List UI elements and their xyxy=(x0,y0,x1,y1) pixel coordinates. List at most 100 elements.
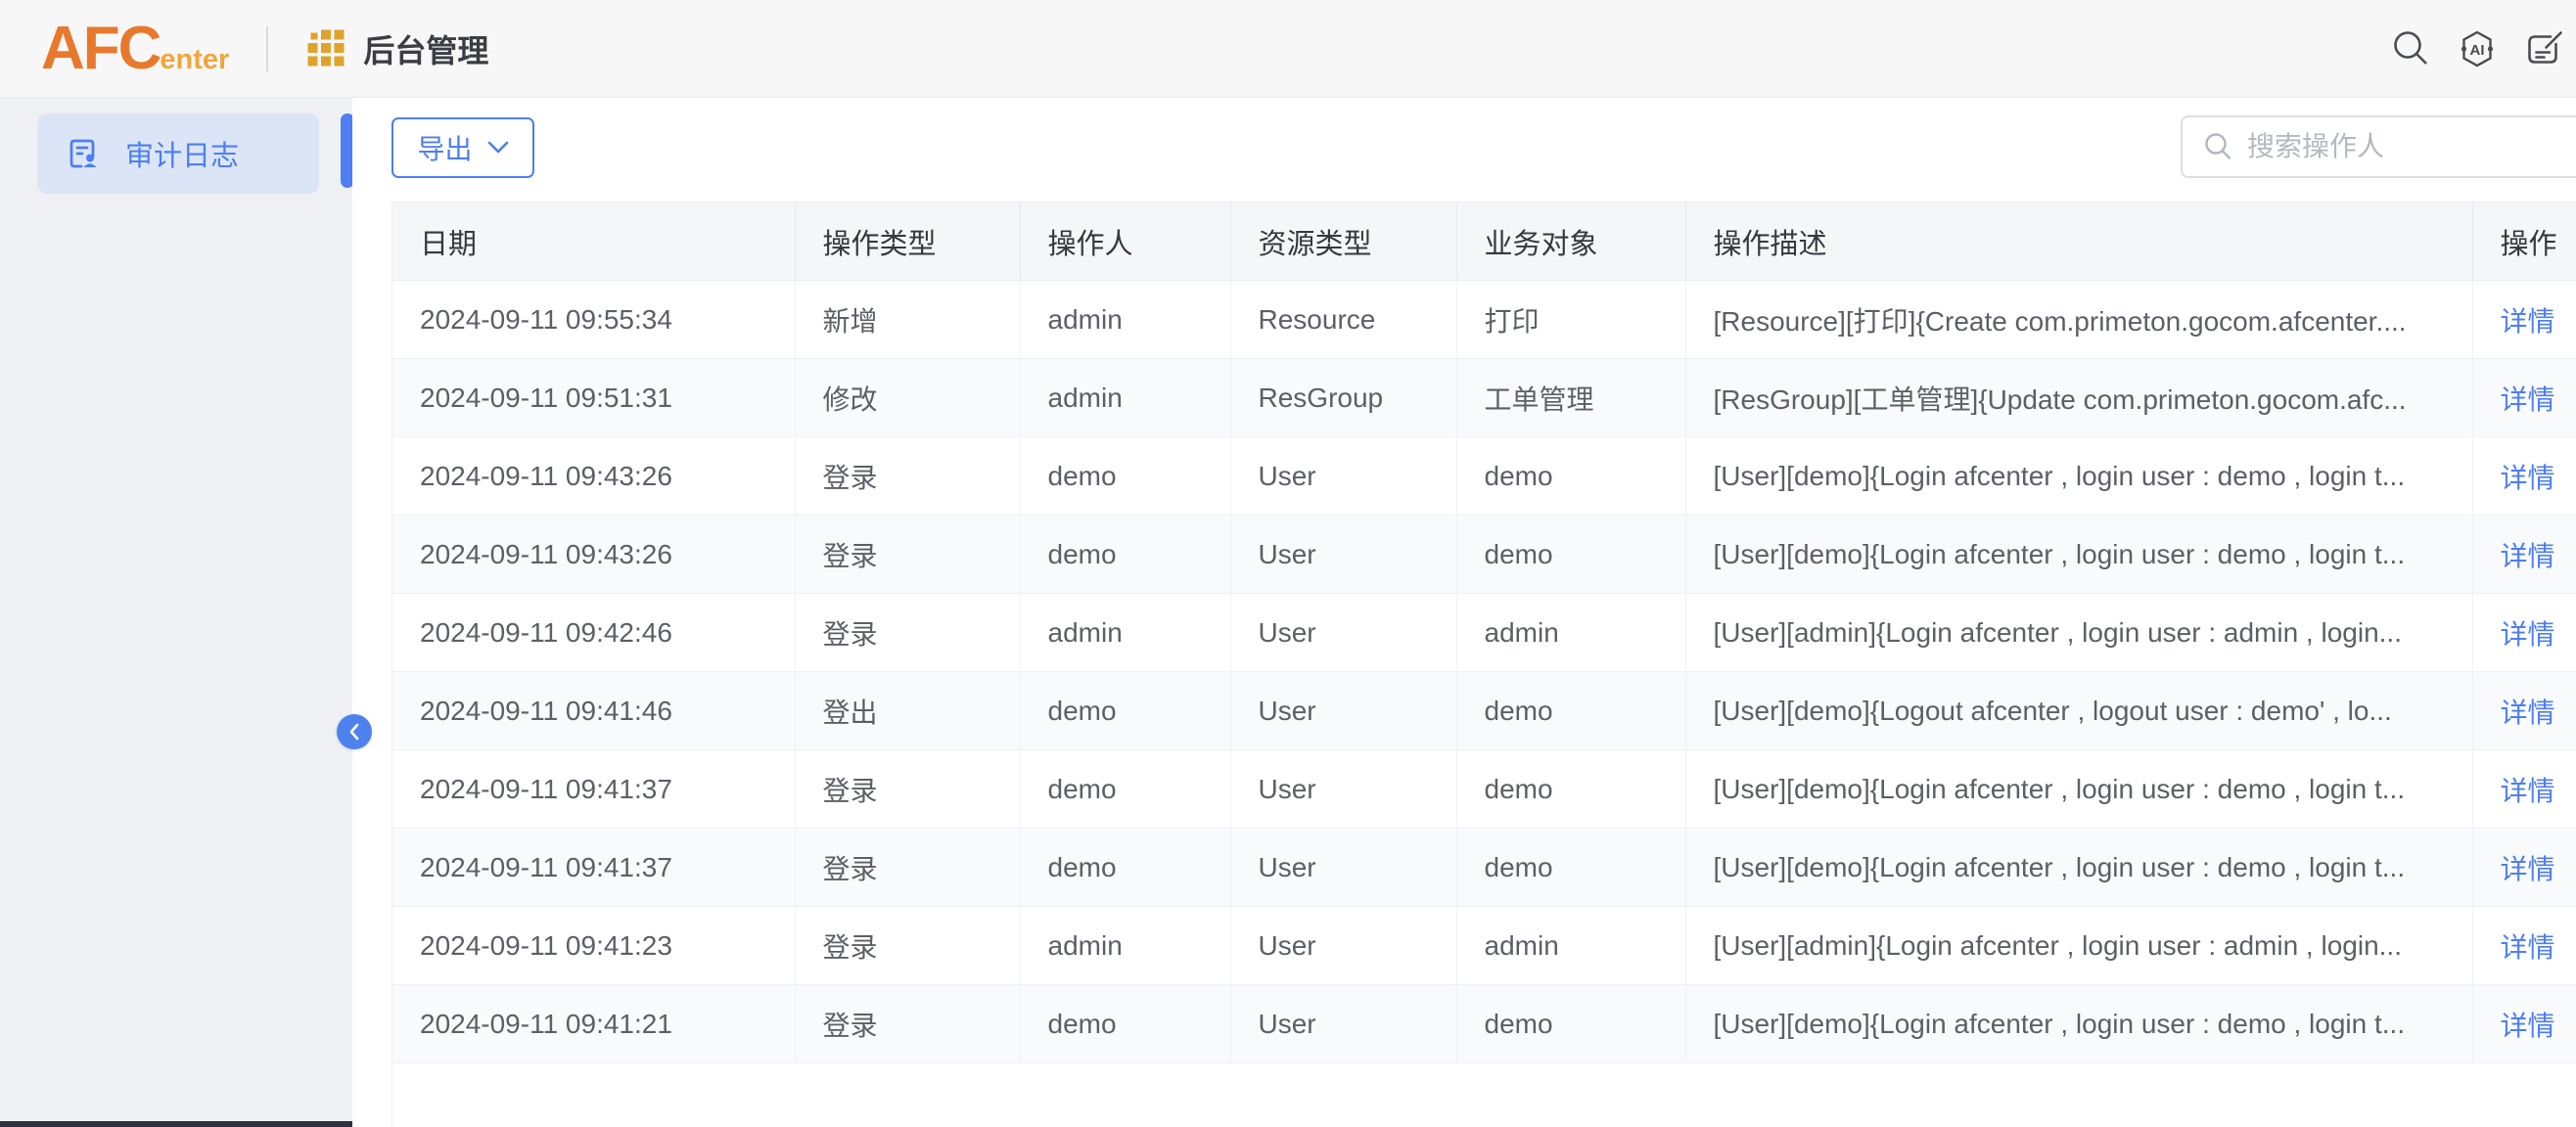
table-row: 2024-09-11 09:41:37登录demoUserdemo[User][… xyxy=(392,829,2576,907)
audit-log-icon xyxy=(67,137,100,170)
cell-type: 登录 xyxy=(795,594,1020,672)
cell-action: 详情 xyxy=(2472,672,2576,750)
chevron-left-icon xyxy=(346,722,362,742)
logo-text-main: AFC xyxy=(41,19,160,79)
detail-link[interactable]: 详情 xyxy=(2501,932,2555,963)
cell-resource_type: ResGroup xyxy=(1230,359,1456,437)
cell-type: 登录 xyxy=(795,516,1020,594)
export-button[interactable]: 导出 xyxy=(391,117,534,178)
table-row: 2024-09-11 09:55:34新增adminResource打印[Res… xyxy=(392,281,2576,359)
cell-type: 登录 xyxy=(795,829,1020,907)
detail-link[interactable]: 详情 xyxy=(2501,1011,2555,1041)
cell-business_object: 工单管理 xyxy=(1456,359,1685,437)
cell-type: 修改 xyxy=(795,359,1020,437)
backend-admin-page: AFC enter 后台管理 xyxy=(0,0,2576,1127)
cell-type: 登录 xyxy=(795,437,1020,516)
operator-search-box xyxy=(2181,115,2576,178)
detail-link[interactable]: 详情 xyxy=(2501,306,2555,337)
page-title: 后台管理 xyxy=(363,26,488,71)
cell-description: [User][demo]{Login afcenter , login user… xyxy=(1685,516,2472,594)
compose-icon[interactable] xyxy=(2521,26,2566,71)
cell-resource_type: User xyxy=(1230,907,1456,985)
cell-type: 登录 xyxy=(795,750,1020,829)
cell-type: 新增 xyxy=(795,281,1020,359)
cell-operator: admin xyxy=(1020,359,1230,437)
detail-link[interactable]: 详情 xyxy=(2501,384,2555,415)
detail-link[interactable]: 详情 xyxy=(2501,776,2555,806)
cell-date: 2024-09-11 09:41:37 xyxy=(392,829,795,907)
sidebar-collapse-button[interactable] xyxy=(337,714,372,749)
cell-date: 2024-09-11 09:43:26 xyxy=(392,516,795,594)
export-button-label: 导出 xyxy=(417,128,472,167)
column-header-resource_type: 资源类型 xyxy=(1230,203,1456,281)
search-icon[interactable] xyxy=(2388,26,2433,71)
column-header-date: 日期 xyxy=(392,203,795,281)
cell-date: 2024-09-11 09:51:31 xyxy=(392,359,795,437)
cell-action: 详情 xyxy=(2472,829,2576,907)
topbar-divider xyxy=(266,26,268,71)
cell-description: [User][demo]{Logout afcenter , logout us… xyxy=(1685,672,2472,750)
cell-business_object: demo xyxy=(1456,516,1685,594)
audit-log-table-container: 日期操作类型操作人资源类型业务对象操作描述操作 2024-09-11 09:55… xyxy=(391,202,2576,1127)
sidebar-bottom-bar xyxy=(0,1121,352,1127)
afcenter-logo[interactable]: AFC enter xyxy=(41,19,229,79)
cell-action: 详情 xyxy=(2472,594,2576,672)
cell-action: 详情 xyxy=(2472,281,2576,359)
sidebar-item-label: 审计日志 xyxy=(125,133,239,174)
cell-description: [User][demo]{Login afcenter , login user… xyxy=(1685,829,2472,907)
table-row: 2024-09-11 09:42:46登录adminUseradmin[User… xyxy=(392,594,2576,672)
search-input-icon xyxy=(2202,131,2233,162)
detail-link[interactable]: 详情 xyxy=(2501,541,2555,571)
column-header-action: 操作 xyxy=(2472,203,2576,281)
sidebar: 审计日志 xyxy=(0,98,352,1127)
cell-business_object: admin xyxy=(1456,907,1685,985)
cell-resource_type: User xyxy=(1230,516,1456,594)
cell-description: [User][admin]{Login afcenter , login use… xyxy=(1685,594,2472,672)
cell-business_object: demo xyxy=(1456,437,1685,516)
column-header-business_object: 业务对象 xyxy=(1456,203,1685,281)
app-grid-icon xyxy=(307,29,346,68)
cell-resource_type: User xyxy=(1230,985,1456,1063)
sidebar-item-audit-log[interactable]: 审计日志 xyxy=(37,113,319,194)
cell-action: 详情 xyxy=(2472,516,2576,594)
chevron-down-icon xyxy=(487,141,509,155)
topbar-icons: AI xyxy=(2388,26,2576,71)
top-bar: AFC enter 后台管理 xyxy=(0,0,2576,98)
detail-link[interactable]: 详情 xyxy=(2501,854,2555,884)
cell-date: 2024-09-11 09:41:23 xyxy=(392,907,795,985)
table-row: 2024-09-11 09:41:37登录demoUserdemo[User][… xyxy=(392,750,2576,829)
cell-type: 登出 xyxy=(795,672,1020,750)
cell-operator: demo xyxy=(1020,437,1230,516)
cell-operator: demo xyxy=(1020,672,1230,750)
cell-operator: admin xyxy=(1020,907,1230,985)
cell-resource_type: User xyxy=(1230,829,1456,907)
cell-date: 2024-09-11 09:41:21 xyxy=(392,985,795,1063)
cell-type: 登录 xyxy=(795,907,1020,985)
logo-text-suffix: enter xyxy=(160,44,229,76)
cell-operator: admin xyxy=(1020,594,1230,672)
cell-operator: demo xyxy=(1020,985,1230,1063)
audit-log-table: 日期操作类型操作人资源类型业务对象操作描述操作 2024-09-11 09:55… xyxy=(392,202,2576,1063)
cell-operator: demo xyxy=(1020,750,1230,829)
table-row: 2024-09-11 09:41:46登出demoUserdemo[User][… xyxy=(392,672,2576,750)
cell-resource_type: User xyxy=(1230,750,1456,829)
cell-action: 详情 xyxy=(2472,750,2576,829)
cell-business_object: demo xyxy=(1456,829,1685,907)
cell-date: 2024-09-11 09:55:34 xyxy=(392,281,795,359)
cell-action: 详情 xyxy=(2472,437,2576,516)
column-header-operator: 操作人 xyxy=(1020,203,1230,281)
cell-action: 详情 xyxy=(2472,907,2576,985)
table-row: 2024-09-11 09:43:26登录demoUserdemo[User][… xyxy=(392,437,2576,516)
cell-type: 登录 xyxy=(795,985,1020,1063)
cell-description: [Resource][打印]{Create com.primeton.gocom… xyxy=(1685,281,2472,359)
cell-business_object: demo xyxy=(1456,985,1685,1063)
ai-assistant-icon[interactable]: AI xyxy=(2455,26,2500,71)
cell-operator: demo xyxy=(1020,829,1230,907)
cell-date: 2024-09-11 09:41:37 xyxy=(392,750,795,829)
cell-description: [User][demo]{Login afcenter , login user… xyxy=(1685,985,2472,1063)
detail-link[interactable]: 详情 xyxy=(2501,463,2555,493)
operator-search-input[interactable] xyxy=(2247,131,2570,162)
detail-link[interactable]: 详情 xyxy=(2501,698,2555,728)
detail-link[interactable]: 详情 xyxy=(2501,619,2555,650)
cell-action: 详情 xyxy=(2472,359,2576,437)
